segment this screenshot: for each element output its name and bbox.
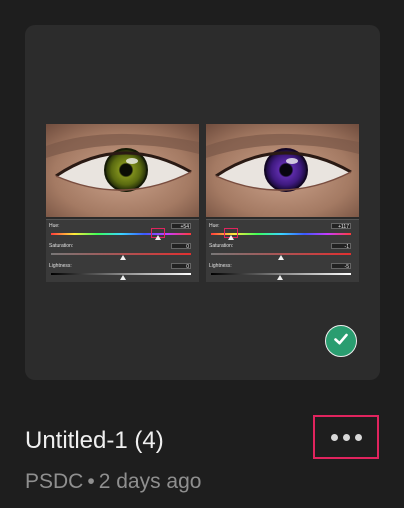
lightness-value: 0 [171, 263, 191, 270]
saturation-slider-thumb [120, 255, 126, 260]
hue-row: Hue: +117 [208, 223, 357, 241]
hue-label: Hue: [209, 223, 220, 229]
hue-value: +117 [331, 223, 351, 230]
hue-label: Hue: [49, 223, 60, 229]
file-thumbnail[interactable]: Hue: +54 Saturation: 0 Lightness: 0 Hue:… [25, 25, 380, 380]
file-meta: PSDC • 2 days ago [25, 469, 201, 495]
more-actions-button[interactable] [313, 415, 379, 459]
lightness-slider-thumb [120, 275, 126, 280]
file-source: PSDC [25, 470, 84, 493]
saturation-value: 0 [171, 243, 191, 250]
saturation-row: Saturation: 0 [48, 243, 197, 261]
thumbnail-panel-adjusted: Hue: +117 Saturation: -1 Lightness: -5 [206, 124, 359, 282]
lightness-label: Lightness: [209, 263, 232, 269]
checkmark-icon [332, 330, 350, 353]
file-modified-time: 2 days ago [98, 470, 202, 493]
hue-slider-thumb [228, 235, 234, 240]
lightness-row: Lightness: -5 [208, 263, 357, 281]
hue-value: +54 [171, 223, 191, 230]
sync-status-badge [325, 325, 357, 357]
hue-row: Hue: +54 [48, 223, 197, 241]
thumbnail-panel-original: Hue: +54 Saturation: 0 Lightness: 0 [46, 124, 199, 282]
saturation-row: Saturation: -1 [208, 243, 357, 261]
lightness-row: Lightness: 0 [48, 263, 197, 281]
saturation-label: Saturation: [49, 243, 74, 249]
file-card[interactable]: Hue: +54 Saturation: 0 Lightness: 0 Hue:… [0, 0, 404, 508]
file-title[interactable]: Untitled-1 (4) [25, 426, 164, 456]
hue-slider-track [51, 233, 191, 235]
saturation-value: -1 [331, 243, 351, 250]
saturation-slider-thumb [278, 255, 284, 260]
lightness-label: Lightness: [49, 263, 72, 269]
lightness-value: -5 [331, 263, 351, 270]
lightness-slider-thumb [277, 275, 283, 280]
saturation-label: Saturation: [209, 243, 234, 249]
eye-photo-green [46, 124, 199, 217]
more-horizontal-icon-dot [354, 433, 362, 441]
hue-saturation-panel: Hue: +54 Saturation: 0 Lightness: 0 [46, 219, 199, 282]
hue-slider-thumb [155, 235, 161, 240]
more-horizontal-icon-dot [342, 433, 350, 441]
hue-saturation-panel: Hue: +117 Saturation: -1 Lightness: -5 [206, 219, 359, 282]
thumbnail-image: Hue: +54 Saturation: 0 Lightness: 0 Hue:… [46, 124, 359, 282]
meta-separator: • [87, 470, 95, 493]
eye-photo-purple [206, 124, 359, 217]
more-horizontal-icon [330, 433, 338, 441]
